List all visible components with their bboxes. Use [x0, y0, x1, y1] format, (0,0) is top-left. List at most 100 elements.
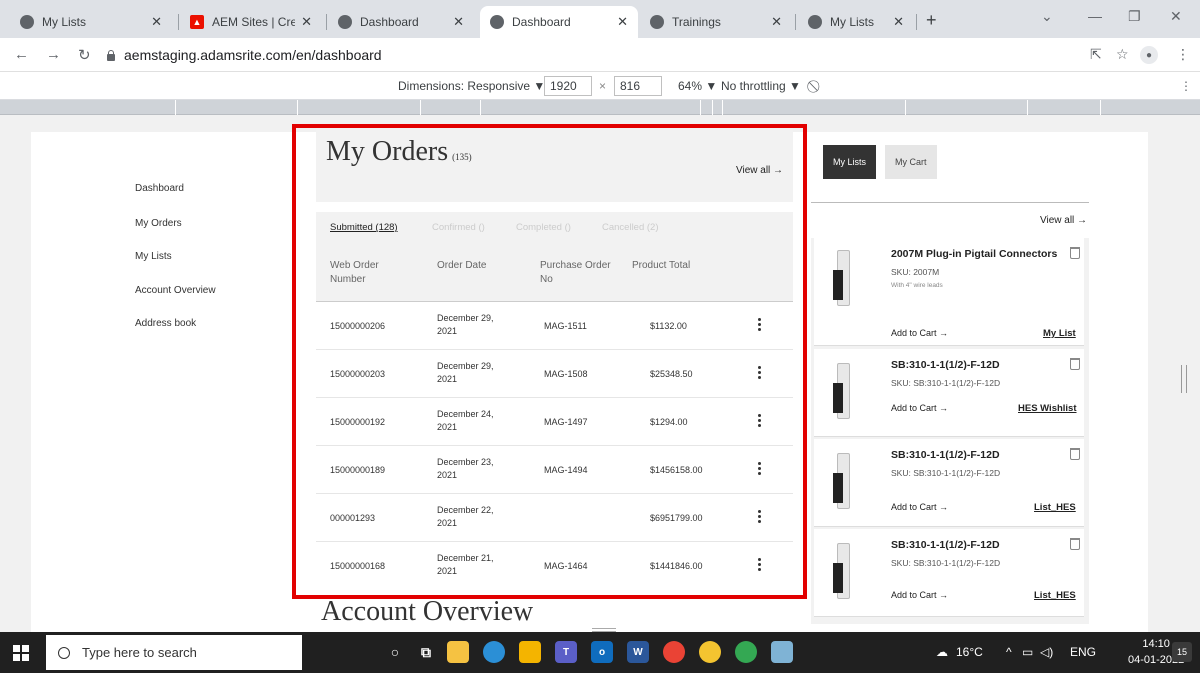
- sidenav-item-my-lists[interactable]: My Lists: [135, 251, 172, 262]
- close-icon[interactable]: ✕: [893, 14, 904, 30]
- forward-arrow-icon[interactable]: →: [46, 46, 61, 63]
- windows-start-icon[interactable]: [13, 645, 29, 661]
- tab-my-cart[interactable]: My Cart: [885, 145, 937, 179]
- close-icon[interactable]: ✕: [771, 14, 782, 30]
- close-icon[interactable]: ✕: [301, 14, 312, 30]
- trash-icon[interactable]: [1070, 358, 1080, 370]
- order-number[interactable]: 15000000206: [330, 320, 385, 333]
- close-icon[interactable]: ✕: [617, 14, 628, 30]
- more-menu-icon[interactable]: ⋮: [1176, 46, 1190, 63]
- sidenav-item-dashboard[interactable]: Dashboard: [135, 183, 184, 194]
- close-icon[interactable]: ✕: [151, 14, 162, 30]
- close-window-icon[interactable]: ✕: [1170, 8, 1182, 25]
- more-actions-icon[interactable]: [758, 510, 762, 525]
- list-name-link[interactable]: List_HES: [1034, 502, 1076, 513]
- browser-tab[interactable]: ▲ AEM Sites | Create | ✕: [180, 6, 322, 38]
- emoji-app-icon[interactable]: [699, 641, 721, 663]
- more-actions-icon[interactable]: [758, 462, 762, 477]
- order-number[interactable]: 000001293: [330, 512, 375, 525]
- browser-tab[interactable]: Dashboard ✕: [328, 6, 474, 38]
- volume-icon[interactable]: ◁): [1040, 645, 1053, 659]
- add-to-cart-link[interactable]: Add to Cart →: [891, 403, 948, 413]
- lists-view-all-link[interactable]: View all →: [1040, 215, 1087, 226]
- browser-tab[interactable]: My Lists ✕: [10, 6, 172, 38]
- table-row[interactable]: 15000000192 December 24, 2021 MAG-1497 $1…: [316, 398, 793, 446]
- address-bar[interactable]: aemstaging.adamsrite.com/en/dashboard: [106, 43, 1096, 67]
- add-to-cart-link[interactable]: Add to Cart →: [891, 328, 948, 338]
- add-to-cart-link[interactable]: Add to Cart →: [891, 590, 948, 600]
- trash-icon[interactable]: [1070, 247, 1080, 259]
- order-number[interactable]: 15000000189: [330, 464, 385, 477]
- table-row[interactable]: 15000000203 December 29, 2021 MAG-1508 $2…: [316, 350, 793, 398]
- list-name-link[interactable]: HES Wishlist: [1018, 403, 1077, 414]
- outlook-icon[interactable]: o: [591, 641, 613, 663]
- filter-completed[interactable]: Completed (): [516, 222, 571, 233]
- close-icon[interactable]: ✕: [453, 14, 464, 30]
- weather-temp[interactable]: 16°C: [956, 645, 983, 659]
- more-actions-icon[interactable]: [758, 318, 762, 333]
- more-actions-icon[interactable]: [758, 414, 762, 429]
- browser-tab-active[interactable]: Dashboard ✕: [480, 6, 638, 38]
- restore-icon[interactable]: ❐: [1128, 8, 1141, 25]
- tab-search-chevron-icon[interactable]: ⌄: [1041, 8, 1053, 25]
- taskbar-search-input[interactable]: Type here to search: [46, 635, 302, 670]
- list-name-link[interactable]: List_HES: [1034, 590, 1076, 601]
- more-actions-icon[interactable]: [758, 366, 762, 381]
- order-number[interactable]: 15000000168: [330, 560, 385, 573]
- tab-my-lists[interactable]: My Lists: [823, 145, 877, 179]
- product-name[interactable]: SB:310-1-1(1/2)-F-12D: [891, 449, 1000, 461]
- cortana-icon[interactable]: ○: [384, 641, 406, 663]
- network-icon[interactable]: ▭: [1022, 645, 1033, 659]
- add-to-cart-link[interactable]: Add to Cart →: [891, 502, 948, 512]
- trash-icon[interactable]: [1070, 448, 1080, 460]
- table-row[interactable]: 15000000189 December 23, 2021 MAG-1494 $1…: [316, 446, 793, 494]
- dimensions-dropdown[interactable]: Dimensions: Responsive ▼: [398, 79, 545, 93]
- filter-cancelled[interactable]: Cancelled (2): [602, 222, 659, 233]
- product-name[interactable]: SB:310-1-1(1/2)-F-12D: [891, 539, 1000, 551]
- new-tab-button[interactable]: +: [926, 10, 937, 31]
- sidenav-item-account-overview[interactable]: Account Overview: [135, 285, 216, 296]
- sidenav-item-my-orders[interactable]: My Orders: [135, 218, 182, 229]
- back-arrow-icon[interactable]: ←: [14, 46, 29, 63]
- table-row[interactable]: 000001293 December 22, 2021 $6951799.00: [316, 494, 793, 542]
- minimize-icon[interactable]: —: [1088, 8, 1102, 24]
- orders-view-all-link[interactable]: View all →: [736, 165, 783, 176]
- order-number[interactable]: 15000000203: [330, 368, 385, 381]
- filter-confirmed[interactable]: Confirmed (): [432, 222, 485, 233]
- trash-icon[interactable]: [1070, 538, 1080, 550]
- table-row[interactable]: 15000000168 December 21, 2021 MAG-1464 $1…: [316, 542, 793, 590]
- devtools-more-icon[interactable]: ⋮: [1180, 79, 1192, 93]
- word-icon[interactable]: W: [627, 641, 649, 663]
- share-icon[interactable]: ⇱: [1090, 46, 1102, 63]
- product-name[interactable]: 2007M Plug-in Pigtail Connectors: [891, 248, 1057, 260]
- height-input[interactable]: 816: [614, 76, 662, 96]
- more-actions-icon[interactable]: [758, 558, 762, 573]
- chrome-icon[interactable]: [663, 641, 685, 663]
- zoom-dropdown[interactable]: 64% ▼: [678, 79, 717, 93]
- file-explorer-icon[interactable]: [447, 641, 469, 663]
- chrome-profile-icon[interactable]: [735, 641, 757, 663]
- order-number[interactable]: 15000000192: [330, 416, 385, 429]
- throttling-dropdown[interactable]: No throttling ▼: [721, 79, 801, 93]
- sticky-notes-icon[interactable]: [519, 641, 541, 663]
- task-view-icon[interactable]: ⧉: [415, 641, 437, 663]
- bookmark-star-icon[interactable]: ☆: [1116, 46, 1129, 63]
- reload-icon[interactable]: ↻: [78, 46, 91, 64]
- device-resize-handle[interactable]: [1181, 365, 1187, 393]
- notification-badge[interactable]: 15: [1172, 642, 1192, 662]
- tray-chevron-icon[interactable]: ^: [1006, 645, 1012, 659]
- paint-icon[interactable]: [771, 641, 793, 663]
- list-name-link[interactable]: My List: [1043, 328, 1076, 339]
- product-name[interactable]: SB:310-1-1(1/2)-F-12D: [891, 359, 1000, 371]
- weather-icon[interactable]: ☁: [936, 645, 948, 659]
- filter-submitted[interactable]: Submitted (128): [330, 222, 398, 233]
- teams-icon[interactable]: T: [555, 641, 577, 663]
- profile-avatar-icon[interactable]: ●: [1140, 46, 1158, 64]
- language-indicator[interactable]: ENG: [1070, 645, 1096, 659]
- browser-tab[interactable]: My Lists ✕: [798, 6, 914, 38]
- width-input[interactable]: 1920: [544, 76, 592, 96]
- sidenav-item-address-book[interactable]: Address book: [135, 318, 196, 329]
- browser-tab[interactable]: Trainings ✕: [640, 6, 792, 38]
- table-row[interactable]: 15000000206 December 29, 2021 MAG-1511 $1…: [316, 302, 793, 350]
- edge-icon[interactable]: [483, 641, 505, 663]
